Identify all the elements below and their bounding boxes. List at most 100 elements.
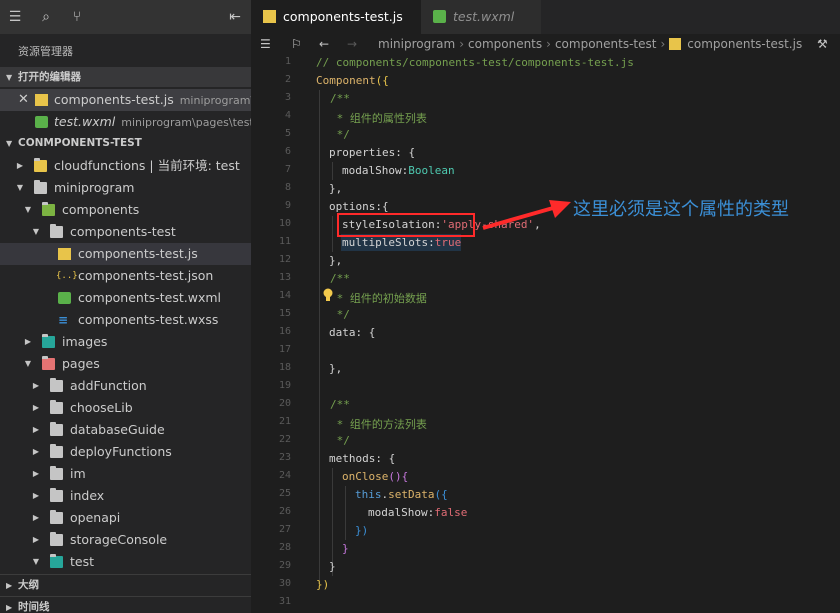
forward-arrow-icon[interactable]: → [347, 34, 357, 54]
folder-icon [50, 378, 63, 392]
tree-label: components-test.wxss [78, 312, 219, 327]
chevron-right-icon: ▶ [32, 513, 40, 522]
tree-folder-deployfunctions[interactable]: ▶ deployFunctions [0, 441, 251, 463]
code-line: }) [355, 524, 369, 537]
annotation-text: 这里必须是这个属性的类型 [573, 199, 789, 220]
tree-label: openapi [70, 510, 121, 525]
line-number: 10 [278, 218, 291, 229]
tree-folder-im[interactable]: ▶ im [0, 463, 251, 485]
tree-folder-storageconsole[interactable]: ▶ storageConsole [0, 529, 251, 551]
section-open-editors[interactable]: ▼ 打开的编辑器 [0, 67, 251, 87]
tree-label: pages [62, 356, 100, 371]
line-number: 19 [278, 380, 291, 391]
chevron-right-icon: ▶ [32, 447, 40, 456]
tree-folder-cloudfunctions[interactable]: ▶ cloudfunctions | 当前环境: test [0, 155, 251, 177]
back-arrow-icon[interactable]: ← [319, 34, 329, 54]
open-editor-item[interactable]: ✕ components-test.js miniprogram\... [0, 89, 251, 111]
tree-folder-components-test[interactable]: ▼ components-test [0, 221, 251, 243]
list-icon[interactable]: ☰ [260, 34, 271, 54]
line-number: 22 [278, 434, 291, 445]
close-icon[interactable]: ✕ [18, 89, 29, 111]
code-line: /** [330, 272, 350, 285]
activity-bar: ☰ ⌕ ⑂ ⇤ [0, 0, 251, 34]
line-number: 7 [284, 164, 291, 175]
tree-label: databaseGuide [70, 422, 165, 437]
indent-guide [332, 216, 333, 252]
tree-label: storageConsole [70, 532, 168, 547]
breadcrumb-item[interactable]: miniprogram [378, 37, 455, 51]
tree-folder-components[interactable]: ▼ components [0, 199, 251, 221]
code-line: // components/components-test/components… [316, 56, 634, 69]
annotation-highlight-box [337, 213, 475, 237]
tree-label: images [62, 334, 108, 349]
tree-label: components-test.wxml [78, 290, 221, 305]
tree-folder-openapi[interactable]: ▶ openapi [0, 507, 251, 529]
tree-file-components-test-wxss[interactable]: ≡ components-test.wxss [0, 309, 251, 331]
tab-components-test-js[interactable]: components-test.js [251, 0, 421, 34]
tree-folder-addfunction[interactable]: ▶ addFunction [0, 375, 251, 397]
line-number: 12 [278, 254, 291, 265]
open-editor-path: miniprogram\... [179, 94, 251, 107]
search-icon[interactable]: ⌕ [37, 8, 55, 26]
tab-test-wxml[interactable]: test.wxml [421, 0, 541, 34]
tree-folder-pages[interactable]: ▼ pages [0, 353, 251, 375]
chevron-right-icon: ▶ [16, 161, 24, 170]
code-line: data: { [329, 326, 376, 339]
code-line: modalShow:Boolean [342, 164, 455, 177]
tree-folder-databaseguide[interactable]: ▶ databaseGuide [0, 419, 251, 441]
line-number: 13 [278, 272, 291, 283]
tree-label: components-test.js [78, 246, 198, 261]
lightbulb-icon[interactable] [323, 288, 333, 302]
open-editor-item[interactable]: test.wxml miniprogram\pages\test [0, 111, 251, 133]
tree-file-components-test-js[interactable]: components-test.js [0, 243, 251, 265]
section-timeline[interactable]: ▶ 时间线 [0, 596, 251, 613]
line-number: 23 [278, 452, 291, 463]
wxss-file-icon: ≡ [58, 313, 69, 327]
tree-folder-index[interactable]: ▶ index [0, 485, 251, 507]
chevron-down-icon: ▼ [24, 205, 32, 214]
bookmark-icon[interactable]: ⚐ [291, 34, 302, 54]
tree-label: im [70, 466, 86, 481]
breadcrumb-item[interactable]: components-test.js [687, 37, 802, 51]
line-number: 17 [278, 344, 291, 355]
source-control-icon[interactable]: ⑂ [68, 8, 86, 26]
wrench-icon[interactable]: ⚒ [817, 34, 828, 54]
annotation-arrow-icon [482, 200, 571, 230]
pages-folder-icon [42, 356, 55, 370]
tree-file-components-test-json[interactable]: {..} components-test.json [0, 265, 251, 287]
code-line: Component({ [316, 74, 389, 87]
line-number: 9 [284, 200, 291, 211]
tree-folder-miniprogram[interactable]: ▼ miniprogram [0, 177, 251, 199]
wxml-file-icon [58, 292, 71, 304]
tab-bar: components-test.js test.wxml [251, 0, 840, 34]
tree-file-components-test-wxml[interactable]: components-test.wxml [0, 287, 251, 309]
menu-icon[interactable]: ☰ [6, 8, 24, 26]
indent-guide [345, 486, 346, 540]
tree-folder-images[interactable]: ▶ images [0, 331, 251, 353]
breadcrumb-item[interactable]: components [468, 37, 542, 51]
section-outline[interactable]: ▶ 大纲 [0, 574, 251, 594]
section-project[interactable]: ▼ CONMPONENTS-TEST [0, 133, 251, 153]
code-line: modalShow:false [368, 506, 468, 519]
open-editor-name: test.wxml [54, 114, 116, 129]
folder-icon [50, 532, 63, 546]
code-area[interactable]: 1 2 3 4 5 6 7 8 9 10 11 12 13 14 15 16 1… [251, 54, 840, 613]
folder-open-icon [50, 224, 63, 238]
chevron-down-icon: ▼ [6, 139, 13, 148]
chevron-right-icon: ▶ [32, 425, 40, 434]
tree-folder-test[interactable]: ▼ test [0, 551, 251, 573]
code-line: properties: { [329, 146, 416, 159]
code-line: options:{ [329, 200, 389, 213]
line-number: 4 [284, 110, 291, 121]
chevron-right-icon: ▶ [24, 337, 32, 346]
code-line: }, [329, 362, 343, 375]
code-line: }, [329, 254, 343, 267]
line-number: 8 [284, 182, 291, 193]
breadcrumb-item[interactable]: components-test [555, 37, 657, 51]
explorer-title: 资源管理器 [18, 45, 73, 58]
images-folder-icon [42, 334, 55, 348]
collapse-sidebar-icon[interactable]: ⇤ [226, 8, 244, 26]
tree-folder-chooselib[interactable]: ▶ chooseLib [0, 397, 251, 419]
line-number: 18 [278, 362, 291, 373]
line-number: 15 [278, 308, 291, 319]
